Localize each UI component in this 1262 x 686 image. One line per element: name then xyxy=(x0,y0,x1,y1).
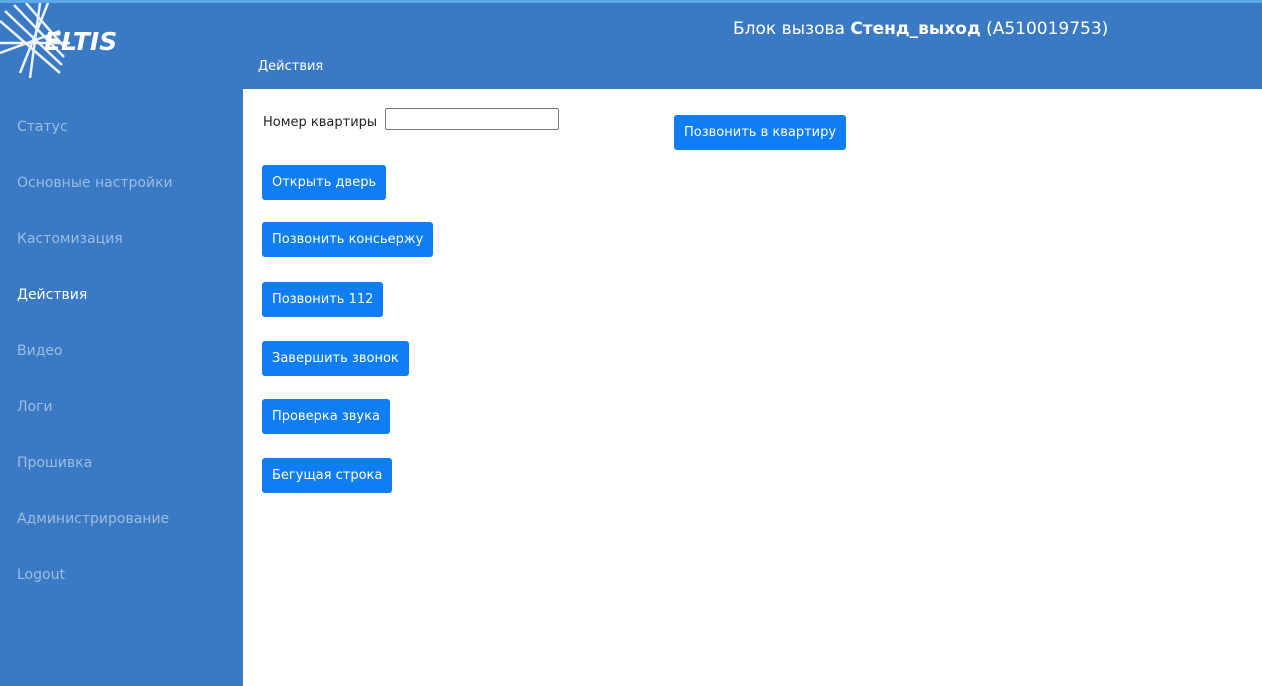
sound-check-button[interactable]: Проверка звука xyxy=(262,399,390,434)
header: Блок вызова Стенд_выход (A510019753) Дей… xyxy=(243,3,1262,89)
sidebar-item-logout[interactable]: Logout xyxy=(17,567,65,583)
sidebar-item-customization[interactable]: Кастомизация xyxy=(17,231,123,247)
logo-text: ELTIS xyxy=(44,27,117,56)
call-apartment-button[interactable]: Позвонить в квартиру xyxy=(674,115,847,150)
sidebar-item-administration[interactable]: Администрирование xyxy=(17,511,169,527)
device-id: (A510019753) xyxy=(980,19,1109,39)
sidebar-item-logs[interactable]: Логи xyxy=(17,399,53,415)
page-subtitle: Действия xyxy=(258,59,324,74)
end-call-button[interactable]: Завершить звонок xyxy=(262,341,409,376)
call-concierge-button[interactable]: Позвонить консьержу xyxy=(262,222,434,257)
page-title: Блок вызова Стенд_выход (A510019753) xyxy=(733,19,1108,39)
main-content: Номер квартиры Позвонить в квартиру Откр… xyxy=(243,89,1262,686)
sidebar-item-status[interactable]: Статус xyxy=(17,119,68,135)
ticker-button[interactable]: Бегущая строка xyxy=(262,458,393,493)
title-prefix: Блок вызова xyxy=(733,19,851,39)
eltis-logo-icon: ELTIS xyxy=(0,3,117,79)
sidebar-item-actions[interactable]: Действия xyxy=(17,287,87,303)
sidebar-item-firmware[interactable]: Прошивка xyxy=(17,455,92,471)
sidebar-item-video[interactable]: Видео xyxy=(17,343,63,359)
apartment-number-input[interactable] xyxy=(385,108,559,130)
apartment-number-label: Номер квартиры xyxy=(263,115,378,130)
eltis-logo: ELTIS xyxy=(0,3,160,88)
call-112-button[interactable]: Позвонить 112 xyxy=(262,282,384,317)
sidebar-item-main-settings[interactable]: Основные настройки xyxy=(17,175,173,191)
device-name: Стенд_выход xyxy=(850,19,981,39)
sidebar: ELTIS Статус Основные настройки Кастомиз… xyxy=(0,3,243,686)
open-door-button[interactable]: Открыть дверь xyxy=(262,165,387,200)
